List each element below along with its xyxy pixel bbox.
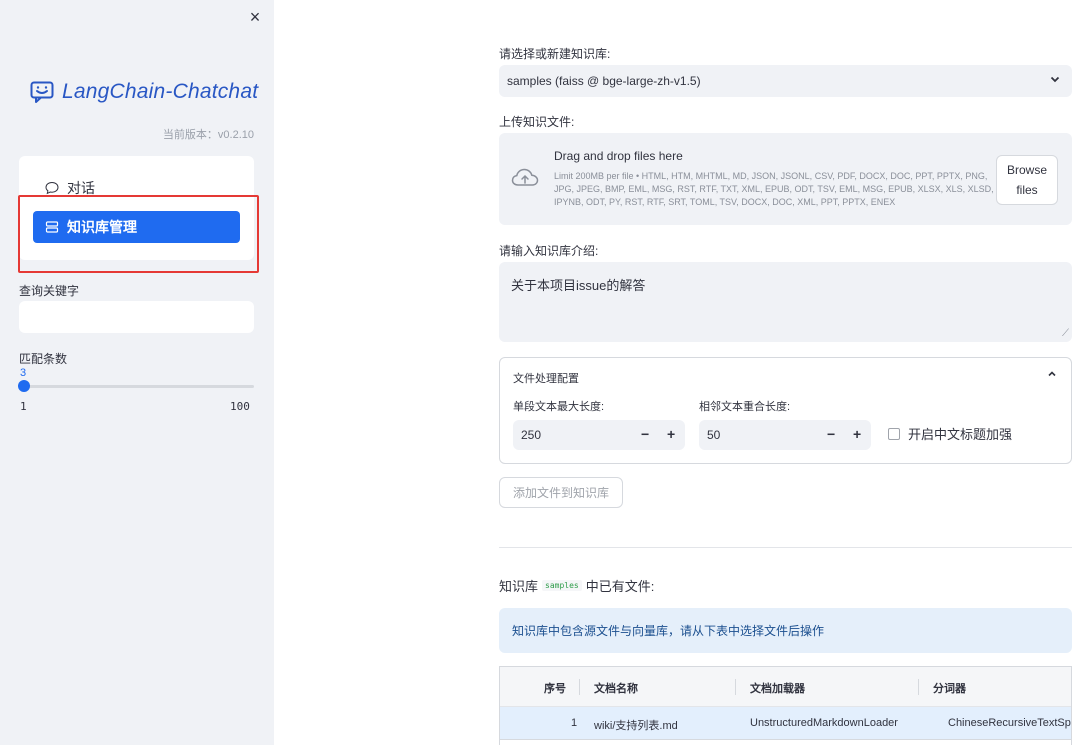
files-table: 序号 文档名称 文档加载器 分词器 1 wiki/支持列表.md Unstruc… [499,666,1072,745]
chevron-up-icon[interactable] [1047,368,1057,382]
kb-intro-value: 关于本项目issue的解答 [511,278,646,293]
browse-files-line2: files [1016,183,1038,197]
version-label: 当前版本：v0.2.10 [162,129,254,141]
kb-select[interactable]: samples (faiss @ bge-large-zh-v1.5) [499,65,1072,97]
nav-item-chat[interactable]: 对话 [33,172,240,204]
search-keyword-input[interactable] [19,301,254,333]
zh-title-enhance-label: 开启中文标题加强 [908,427,1013,442]
sidebar: × LangChain-Chatchat 当前版本：v0.2.10 对话 知识库… [0,0,274,745]
chevron-down-icon [1050,73,1060,87]
match-count-slider-track[interactable] [22,385,254,388]
overlap-decrement-button[interactable]: − [827,426,835,442]
header-splitter[interactable]: 分词器 [933,680,966,696]
kb-heading-prefix: 知识库 [499,579,539,594]
zh-title-enhance-checkbox[interactable] [888,427,900,440]
database-icon [45,221,59,233]
nav-item-knowledge-base[interactable]: 知识库管理 [33,211,240,243]
cell-splitter: ChineseRecursiveTextSpl [948,717,1072,729]
header-index[interactable]: 序号 [544,680,566,696]
header-loader[interactable]: 文档加载器 [750,680,805,696]
browse-files-button[interactable]: Browse files [996,155,1058,205]
slider-min-label: 1 [20,400,27,413]
kb-intro-label: 请输入知识库介绍: [499,244,599,258]
close-sidebar-icon[interactable]: × [246,8,264,26]
chat-logo-icon [30,81,54,103]
chunk-size-input[interactable]: 250 − + [513,420,685,450]
cell-loader: UnstructuredMarkdownLoader [750,717,898,729]
search-keyword-label: 查询关键字 [19,284,80,298]
header-separator [735,679,736,695]
config-title[interactable]: 文件处理配置 [513,370,579,386]
chunk-size-decrement-button[interactable]: − [641,426,649,442]
nav-item-chat-label: 对话 [67,180,95,196]
slider-max-label: 100 [230,400,250,413]
kb-heading-suffix: 中已有文件: [585,579,655,594]
overlap-input[interactable]: 50 − + [699,420,871,450]
cell-filename: wiki/支持列表.md [594,720,678,732]
upload-limit-text: Limit 200MB per file • HTML, HTM, MHTML,… [554,171,994,207]
cell-index: 1 [571,717,578,729]
overlap-label: 相邻文本重合长度: [699,401,791,413]
header-filename[interactable]: 文档名称 [594,680,638,696]
browse-files-line1: Browse [1006,163,1047,177]
kb-files-heading: 知识库 samples 中已有文件: [499,576,654,595]
chunk-size-label: 单段文本最大长度: [513,401,605,413]
nav-menu: 对话 知识库管理 [19,156,254,260]
table-header: 序号 文档名称 文档加载器 分词器 [500,667,1071,707]
add-files-button[interactable]: 添加文件到知识库 [499,477,623,508]
logo: LangChain-Chatchat [30,80,258,104]
divider [499,547,1072,548]
table-row[interactable]: 1 wiki/支持列表.md UnstructuredMarkdownLoade… [500,707,1072,740]
logo-text: LangChain-Chatchat [62,80,259,103]
upload-label: 上传知识文件: [499,115,575,129]
match-count-slider-thumb[interactable] [18,380,30,392]
info-alert: 知识库中包含源文件与向量库，请从下表中选择文件后操作 [499,608,1072,653]
chunk-size-value: 250 [521,428,542,442]
select-kb-label: 请选择或新建知识库: [499,47,611,61]
nav-item-knowledge-base-label: 知识库管理 [67,219,137,235]
file-processing-config-expander: 文件处理配置 单段文本最大长度: 250 − + 相邻文本重合长度: 50 − … [499,357,1072,464]
chunk-size-increment-button[interactable]: + [667,426,675,442]
kb-intro-textarea[interactable]: 关于本项目issue的解答 ⟋ [499,262,1072,342]
file-uploader-dropzone[interactable]: Drag and drop files here Limit 200MB per… [499,133,1072,225]
resize-handle-icon[interactable]: ⟋ [1062,328,1069,339]
kb-heading-code: samples [542,580,582,591]
zh-title-enhance-option[interactable]: 开启中文标题加强 [888,424,1012,443]
match-count-value: 3 [20,367,27,379]
kb-select-value: samples (faiss @ bge-large-zh-v1.5) [507,74,701,88]
header-separator [579,679,580,695]
chat-bubble-icon [45,181,59,195]
drag-drop-title: Drag and drop files here [554,149,683,163]
header-separator [918,679,919,695]
match-count-label: 匹配条数 [19,352,68,366]
cloud-upload-icon [511,168,539,186]
overlap-increment-button[interactable]: + [853,426,861,442]
overlap-value: 50 [707,428,721,442]
